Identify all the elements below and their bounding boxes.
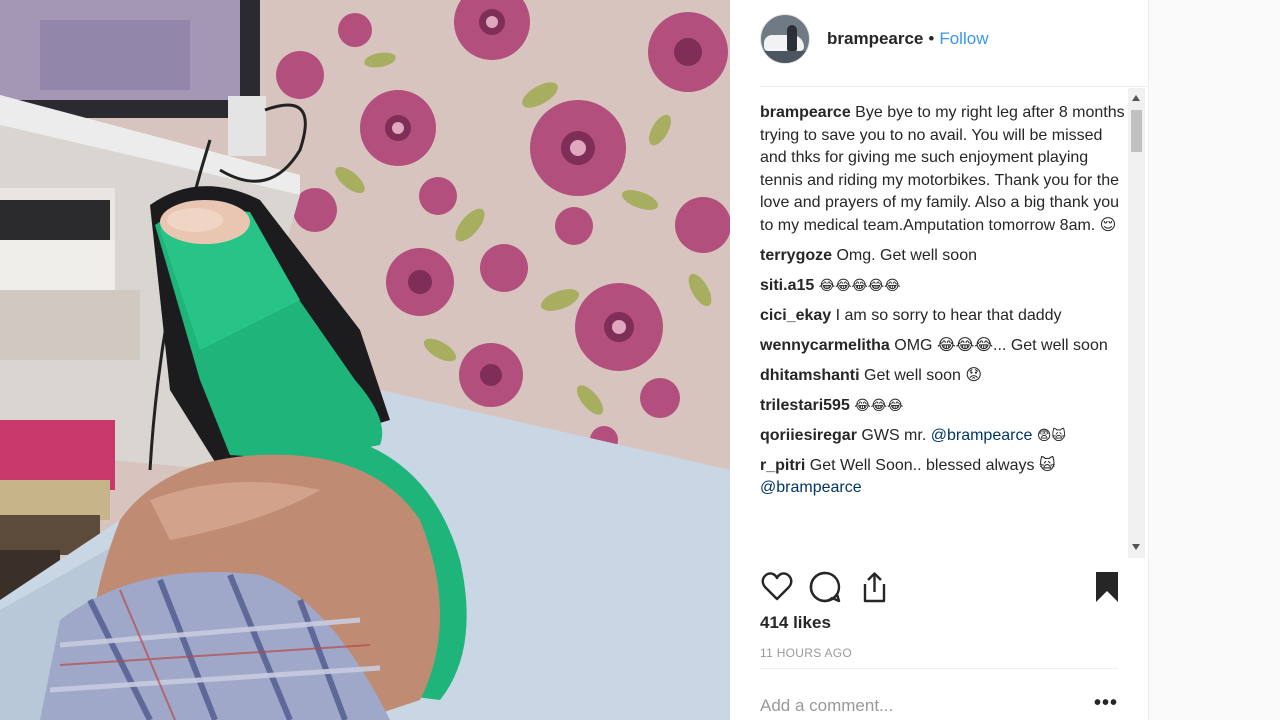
comment-text: Get Well Soon.. blessed always 🙀 [809, 456, 1056, 474]
heart-icon [761, 572, 793, 601]
comment-text: 😂😂😂😂😂 [818, 277, 901, 294]
list-item: qoriiesiregar GWS mr. @brampearce 😨🙀 [760, 425, 1125, 448]
comment-username[interactable]: dhitamshanti [760, 367, 860, 384]
comment-divider [760, 668, 1118, 669]
header-divider [760, 86, 1148, 87]
comments-list[interactable]: brampearce Bye bye to my right leg after… [760, 102, 1125, 558]
mention-link[interactable]: @brampearce [931, 427, 1033, 444]
comment-username[interactable]: terrygoze [760, 247, 832, 264]
comment-username[interactable]: brampearce [760, 104, 851, 121]
comment-text: Bye bye to my right leg after 8 months t… [760, 104, 1125, 234]
comment-username[interactable]: qoriiesiregar [760, 427, 857, 444]
list-item: terrygoze Omg. Get well soon [760, 245, 1125, 268]
save-button[interactable] [1090, 570, 1124, 604]
list-item: trilestari595 😂😂😂 [760, 395, 1125, 418]
bookmark-icon [1096, 572, 1118, 602]
header-separator: • [928, 29, 935, 48]
post-photo [0, 0, 730, 720]
scroll-thumb[interactable] [1131, 110, 1142, 152]
comment-text: 😂😂😂 [854, 397, 904, 414]
comment-text: OMG 😂😂😂... Get well soon [894, 336, 1108, 354]
comments-scrollbar[interactable] [1128, 88, 1145, 558]
page-background [1149, 0, 1280, 720]
avatar[interactable] [760, 14, 810, 64]
share-icon [863, 572, 886, 603]
post-sidebar: brampearce • Follow brampearce Bye bye t… [730, 0, 1149, 720]
comment-text: Get well soon 😟 [864, 366, 983, 384]
mention-link[interactable]: @brampearce [760, 479, 862, 496]
list-item: siti.a15 😂😂😂😂😂 [760, 275, 1125, 298]
action-bar [760, 570, 1120, 606]
likes-count[interactable]: 414 likes [760, 613, 831, 633]
list-item: cici_ekay I am so sorry to hear that dad… [760, 305, 1125, 328]
comment-username[interactable]: wennycarmelitha [760, 337, 890, 354]
post-timestamp[interactable]: 11 HOURS AGO [760, 646, 852, 660]
follow-button[interactable]: Follow [939, 29, 988, 49]
comment-button[interactable] [808, 570, 842, 604]
comment-text: Omg. Get well soon [836, 246, 977, 264]
like-button[interactable] [760, 570, 794, 604]
comment-username[interactable]: r_pitri [760, 457, 805, 474]
scroll-up-arrow-icon[interactable] [1132, 95, 1140, 101]
caption: brampearce Bye bye to my right leg after… [760, 102, 1125, 237]
comment-text: I am so sorry to hear that daddy [835, 306, 1062, 324]
comment-text: GWS mr. [861, 426, 927, 444]
comment-bubble-icon [809, 571, 841, 603]
share-button[interactable] [857, 570, 891, 604]
list-item: wennycarmelitha OMG 😂😂😂... Get well soon [760, 335, 1125, 358]
comment-emoji: 😨🙀 [1036, 427, 1067, 444]
list-item: r_pitri Get Well Soon.. blessed always 🙀… [760, 455, 1125, 500]
comment-username[interactable]: siti.a15 [760, 277, 814, 294]
header-username[interactable]: brampearce [827, 29, 923, 49]
comment-username[interactable]: trilestari595 [760, 397, 850, 414]
more-options-button[interactable]: ••• [1094, 692, 1118, 715]
list-item: dhitamshanti Get well soon 😟 [760, 365, 1125, 388]
post-header: brampearce • Follow [760, 14, 1118, 64]
comment-username[interactable]: cici_ekay [760, 307, 831, 324]
scroll-down-arrow-icon[interactable] [1132, 544, 1140, 550]
add-comment-input[interactable] [760, 693, 1080, 719]
